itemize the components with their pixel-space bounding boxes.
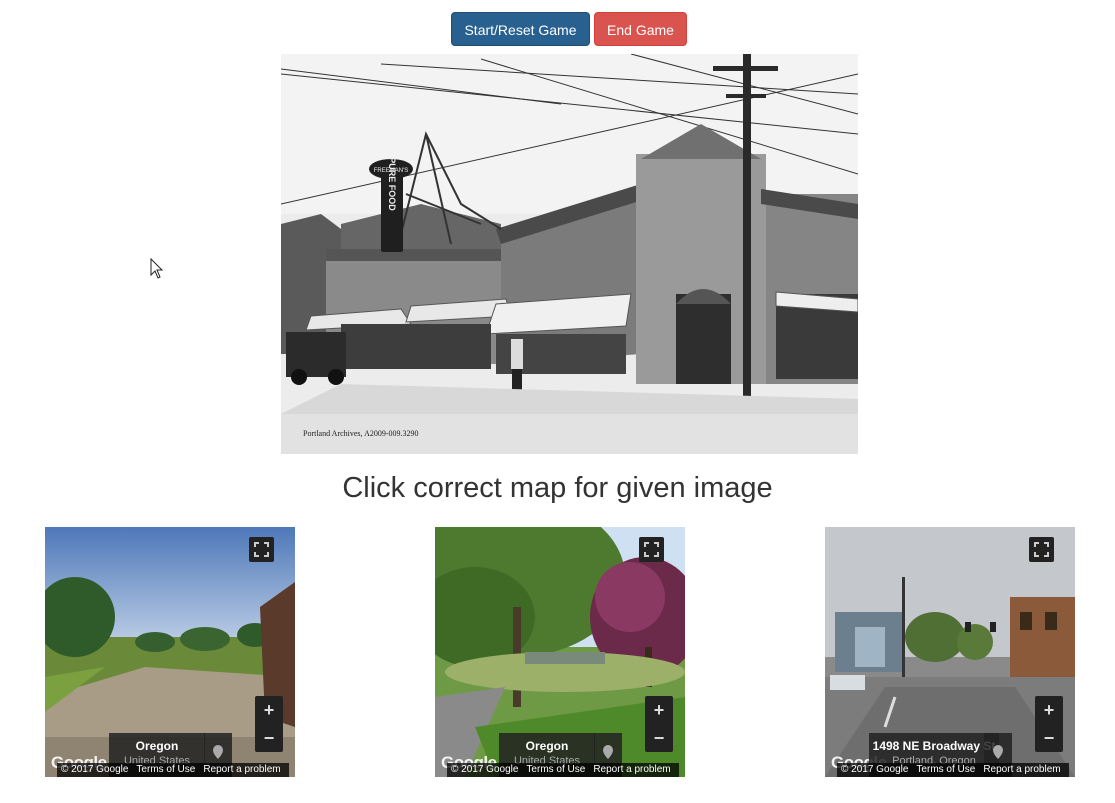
- sign-letters: PURE FOOD: [387, 157, 397, 211]
- report-problem-link[interactable]: Report a problem: [589, 764, 674, 775]
- fullscreen-icon[interactable]: [249, 537, 274, 562]
- zoom-control[interactable]: + −: [255, 696, 283, 752]
- instruction-text: Click correct map for given image: [342, 472, 773, 504]
- streetview-option-2[interactable]: + − Google Oregon United States © 2017 G…: [435, 527, 685, 777]
- streetview-option-1[interactable]: + − Google Oregon United States © 2017 G…: [45, 527, 295, 777]
- zoom-in-button[interactable]: +: [1035, 696, 1063, 724]
- zoom-out-button[interactable]: −: [1035, 724, 1063, 752]
- zoom-in-button[interactable]: +: [645, 696, 673, 724]
- photo-caption: Portland Archives, A2009-009.3290: [303, 429, 419, 438]
- historic-photo: FREEMAN'S PURE FOOD Portland Archives, A…: [281, 54, 858, 454]
- address-title: Oregon: [135, 739, 179, 753]
- copyright-text: © 2017 Google: [61, 764, 129, 775]
- zoom-control[interactable]: + −: [645, 696, 673, 752]
- fullscreen-icon[interactable]: [639, 537, 664, 562]
- terms-link[interactable]: Terms of Use: [522, 764, 589, 775]
- map-footer: © 2017 Google Terms of Use Report a proble…: [837, 763, 1069, 777]
- mouse-cursor-icon: [150, 258, 164, 279]
- zoom-out-button[interactable]: −: [255, 724, 283, 752]
- copyright-text: © 2017 Google: [451, 764, 519, 775]
- streetview-option-3[interactable]: + − Google 1498 NE Broadway St Portland,…: [825, 527, 1075, 777]
- zoom-control[interactable]: + −: [1035, 696, 1063, 752]
- address-title: Oregon: [525, 739, 569, 753]
- historic-photo-graphic: FREEMAN'S PURE FOOD Portland Archives, A…: [281, 54, 858, 454]
- report-problem-link[interactable]: Report a problem: [199, 764, 284, 775]
- end-game-button[interactable]: End Game: [594, 12, 687, 46]
- start-reset-game-button[interactable]: Start/Reset Game: [451, 12, 590, 46]
- zoom-in-button[interactable]: +: [255, 696, 283, 724]
- terms-link[interactable]: Terms of Use: [912, 764, 979, 775]
- fullscreen-icon[interactable]: [1029, 537, 1054, 562]
- copyright-text: © 2017 Google: [841, 764, 909, 775]
- map-footer: © 2017 Google Terms of Use Report a proble…: [447, 763, 679, 777]
- report-problem-link[interactable]: Report a problem: [979, 764, 1064, 775]
- zoom-out-button[interactable]: −: [645, 724, 673, 752]
- terms-link[interactable]: Terms of Use: [132, 764, 199, 775]
- address-title: 1498 NE Broadway St: [872, 739, 996, 753]
- map-footer: © 2017 Google Terms of Use Report a proble…: [57, 763, 289, 777]
